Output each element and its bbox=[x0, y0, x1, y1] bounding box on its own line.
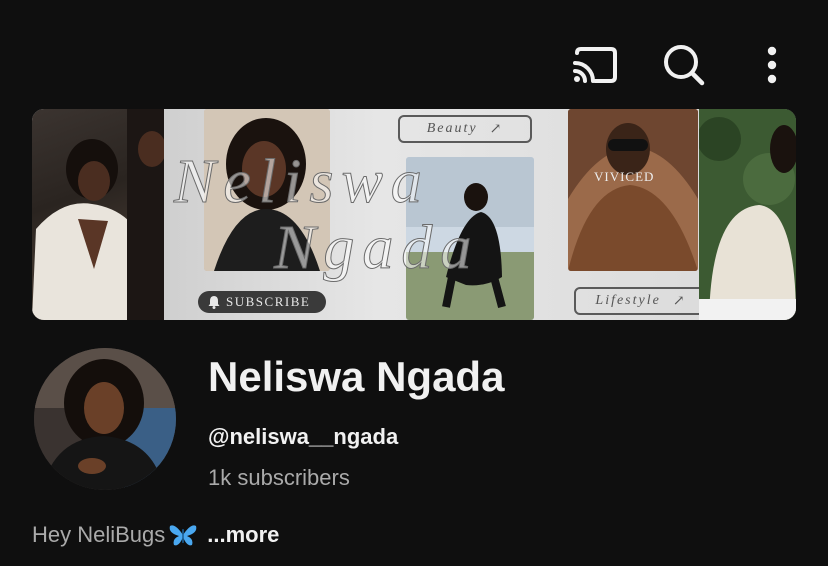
banner-script-line2: Ngada bbox=[273, 214, 480, 283]
description-text: Hey NeliBugs bbox=[32, 522, 166, 547]
banner-photo-right bbox=[697, 109, 796, 320]
butterfly-icon bbox=[169, 525, 197, 546]
subscriber-count: 1k subscribers bbox=[208, 465, 350, 490]
more-link[interactable]: ...more bbox=[207, 520, 279, 550]
banner-script-line1: Neliswa bbox=[174, 148, 430, 217]
banner-magazine-text: VIVICED bbox=[594, 169, 655, 184]
arrow-up-right-icon: ↗ bbox=[489, 121, 504, 137]
channel-description[interactable]: Hey NeliBugs ...more bbox=[32, 520, 279, 550]
more-vertical-icon bbox=[767, 46, 777, 84]
channel-name: Neliswa Ngada bbox=[208, 353, 505, 400]
banner-pill-lifestyle: Lifestyle ↗ bbox=[574, 287, 708, 315]
arrow-up-right-icon: ↗ bbox=[672, 293, 687, 309]
banner-subscribe-pill: SUBSCRIBE bbox=[198, 291, 326, 313]
banner-pill-beauty: Beauty ↗ bbox=[398, 115, 532, 143]
banner-collage: SUBSCRIBE Beauty ↗ Lifestyle ↗ VIVICED N… bbox=[164, 109, 708, 320]
bell-icon bbox=[208, 296, 220, 309]
channel-banner[interactable]: SUBSCRIBE Beauty ↗ Lifestyle ↗ VIVICED N… bbox=[32, 109, 796, 320]
channel-avatar[interactable] bbox=[34, 348, 176, 490]
search-icon bbox=[664, 45, 705, 86]
cast-button[interactable] bbox=[567, 37, 623, 93]
cast-icon bbox=[573, 47, 617, 83]
more-options-button[interactable] bbox=[744, 37, 800, 93]
banner-photo-left bbox=[32, 109, 166, 320]
banner-photo-magazine: VIVICED bbox=[568, 109, 698, 271]
top-app-bar bbox=[0, 0, 828, 108]
search-button[interactable] bbox=[656, 37, 712, 93]
banner-subscribe-text: SUBSCRIBE bbox=[226, 294, 311, 309]
channel-handle: @neliswa__ngada bbox=[208, 424, 399, 449]
